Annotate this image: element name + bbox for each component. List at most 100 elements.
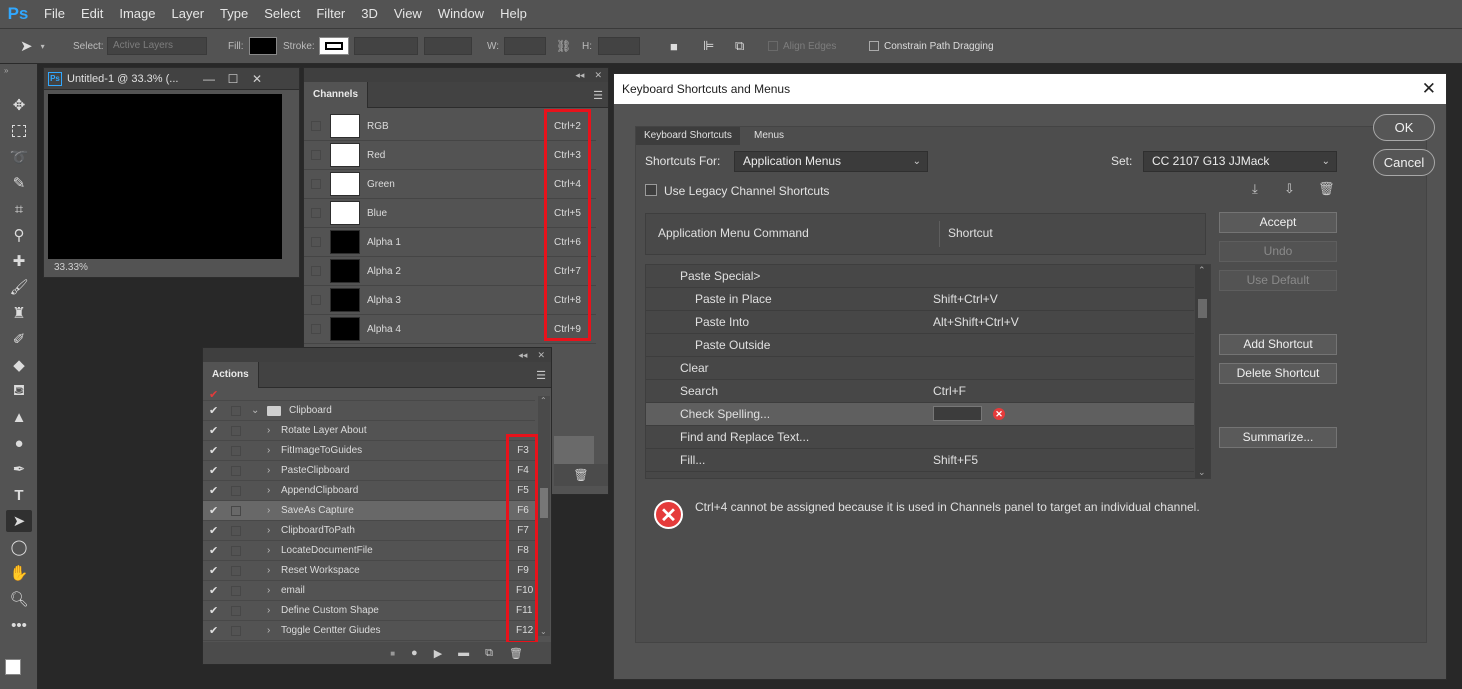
action-row[interactable]: ✔ › email F10 <box>203 581 535 601</box>
chevron-right-icon[interactable]: › <box>267 545 275 556</box>
dialog-toggle-box[interactable] <box>231 485 241 496</box>
width-input[interactable] <box>504 37 546 55</box>
menu-help[interactable]: Help <box>492 0 535 28</box>
action-row[interactable]: ✔ › ClipboardToPath F7 <box>203 521 535 541</box>
more-tools-icon[interactable]: ••• <box>6 614 32 636</box>
dialog-toggle-box[interactable] <box>231 425 241 436</box>
history-brush-tool-icon[interactable]: ✐ <box>6 328 32 350</box>
action-set-clipboard[interactable]: ✔ ⌄ Clipboard <box>203 401 535 421</box>
shortcut-row[interactable]: Search Ctrl+F <box>646 380 1194 403</box>
collapse-panel-icon[interactable]: ◂◂ <box>518 350 527 361</box>
visibility-toggle[interactable] <box>311 121 321 131</box>
close-panel-icon[interactable]: ✕ <box>594 70 602 81</box>
record-icon[interactable]: ● <box>411 647 418 659</box>
new-set-folder-icon[interactable]: ▬ <box>458 647 469 659</box>
visibility-toggle[interactable] <box>311 179 321 189</box>
brush-tool-icon[interactable]: 🖌 <box>6 276 32 298</box>
shortcut-row[interactable]: Paste Into Alt+Shift+Ctrl+V <box>646 311 1194 334</box>
chevron-right-icon[interactable]: › <box>267 445 275 456</box>
shortcut-row[interactable]: Paste Outside <box>646 334 1194 357</box>
menu-view[interactable]: View <box>386 0 430 28</box>
pen-tool-icon[interactable]: ✒ <box>6 458 32 480</box>
shortcut-row[interactable]: Check Spelling... ✕ <box>646 403 1194 426</box>
height-input[interactable] <box>598 37 640 55</box>
paint-bucket-tool-icon[interactable]: ⛾ <box>6 380 32 402</box>
path-selection-tool-icon[interactable]: ➤ <box>6 510 32 532</box>
check-icon[interactable]: ✔ <box>209 624 219 637</box>
check-icon[interactable]: ✔ <box>209 464 219 477</box>
check-icon[interactable]: ✔ <box>209 524 219 537</box>
action-row[interactable]: ✔ › PasteClipboard F4 <box>203 461 535 481</box>
set-dropdown[interactable]: CC 2107 G13 JJMack ⌄ <box>1143 151 1337 172</box>
scroll-thumb[interactable] <box>1198 299 1207 318</box>
visibility-toggle[interactable] <box>311 324 321 334</box>
shortcut-row[interactable]: Fill... Shift+F5 <box>646 449 1194 472</box>
shortcut-row[interactable]: Clear <box>646 357 1194 380</box>
cancel-button[interactable]: Cancel <box>1373 149 1435 176</box>
menu-3d[interactable]: 3D <box>353 0 386 28</box>
healing-brush-tool-icon[interactable]: ✚ <box>6 250 32 272</box>
tab-menus[interactable]: Menus <box>746 127 792 145</box>
stroke-width-input[interactable] <box>354 37 418 55</box>
menu-filter[interactable]: Filter <box>308 0 353 28</box>
delete-shortcut-button[interactable]: Delete Shortcut <box>1219 363 1337 384</box>
fill-swatch[interactable] <box>249 37 277 55</box>
shortcuts-for-dropdown[interactable]: Application Menus ⌄ <box>734 151 928 172</box>
visibility-toggle[interactable] <box>311 266 321 276</box>
dialog-toggle-box[interactable] <box>231 445 241 456</box>
stroke-swatch[interactable] <box>319 37 349 55</box>
eyedropper-tool-icon[interactable]: ⚲ <box>6 224 32 246</box>
shortcut-row[interactable]: Find and Replace Text... <box>646 426 1194 449</box>
table-scrollbar[interactable]: ⌃ ⌄ <box>1195 265 1210 478</box>
new-set-icon[interactable]: ⇩ <box>1284 181 1295 197</box>
maximize-icon[interactable]: ☐ <box>221 72 245 86</box>
play-icon[interactable]: ▶ <box>434 647 442 660</box>
chevron-down-icon[interactable]: ⌄ <box>251 405 259 416</box>
dialog-toggle-box[interactable] <box>231 605 241 616</box>
check-icon[interactable]: ✔ <box>209 544 219 557</box>
summarize-button[interactable]: Summarize... <box>1219 427 1337 448</box>
ok-button[interactable]: OK <box>1373 114 1435 141</box>
use-default-button[interactable]: Use Default <box>1219 270 1337 291</box>
move-tool-icon[interactable]: ✥ <box>6 94 32 116</box>
menu-select[interactable]: Select <box>256 0 308 28</box>
delete-set-icon[interactable]: 🗑 <box>1318 181 1335 197</box>
zoom-level[interactable]: 33.33% <box>54 262 88 273</box>
dialog-toggle-box[interactable] <box>231 465 241 476</box>
quick-selection-tool-icon[interactable]: ✎ <box>6 172 32 194</box>
visibility-toggle[interactable] <box>311 150 321 160</box>
delete-action-icon[interactable]: 🗑 <box>509 647 523 660</box>
shortcut-row[interactable]: Paste in Place Shift+Ctrl+V <box>646 288 1194 311</box>
collapse-panel-icon[interactable]: ◂◂ <box>575 70 584 81</box>
action-row[interactable]: ✔ › Rotate Layer About <box>203 421 535 441</box>
new-action-icon[interactable]: ⧉ <box>485 647 493 660</box>
minimize-icon[interactable]: — <box>197 72 221 86</box>
check-icon[interactable]: ✔ <box>209 404 219 417</box>
hand-tool-icon[interactable]: ✋ <box>6 562 32 584</box>
check-icon[interactable]: ✔ <box>209 564 219 577</box>
check-icon[interactable]: ✔ <box>209 444 219 457</box>
shortcut-edit-input[interactable] <box>933 406 982 421</box>
chevron-right-icon[interactable]: › <box>267 565 275 576</box>
foreground-color-swatch[interactable] <box>5 659 21 675</box>
add-shortcut-button[interactable]: Add Shortcut <box>1219 334 1337 355</box>
chevron-right-icon[interactable]: › <box>267 625 275 636</box>
clear-shortcut-icon[interactable]: ✕ <box>993 408 1005 420</box>
save-set-icon[interactable]: ⤓ <box>1252 181 1258 197</box>
close-panel-icon[interactable]: ✕ <box>537 350 545 361</box>
action-row[interactable]: ✔ › Toggle Centter Giudes F12 <box>203 621 535 641</box>
menu-type[interactable]: Type <box>212 0 256 28</box>
path-alignment-icon[interactable]: ⊫ <box>703 29 714 63</box>
shortcut-row[interactable]: Stroke... Alt+Shift+Ctrl+B <box>646 472 1194 478</box>
chevron-right-icon[interactable]: › <box>267 585 275 596</box>
close-icon[interactable]: ✕ <box>1422 79 1436 99</box>
action-set-partial[interactable]: ✔ <box>203 389 535 401</box>
action-row[interactable]: ✔ › Define Custom Shape F11 <box>203 601 535 621</box>
constrain-path-checkbox[interactable] <box>869 41 879 51</box>
visibility-toggle[interactable] <box>311 208 321 218</box>
dialog-toggle-box[interactable] <box>231 525 241 536</box>
check-icon[interactable]: ✔ <box>209 484 219 497</box>
undo-button[interactable]: Undo <box>1219 241 1337 262</box>
check-icon[interactable]: ✔ <box>209 504 219 517</box>
document-canvas[interactable] <box>48 94 282 259</box>
